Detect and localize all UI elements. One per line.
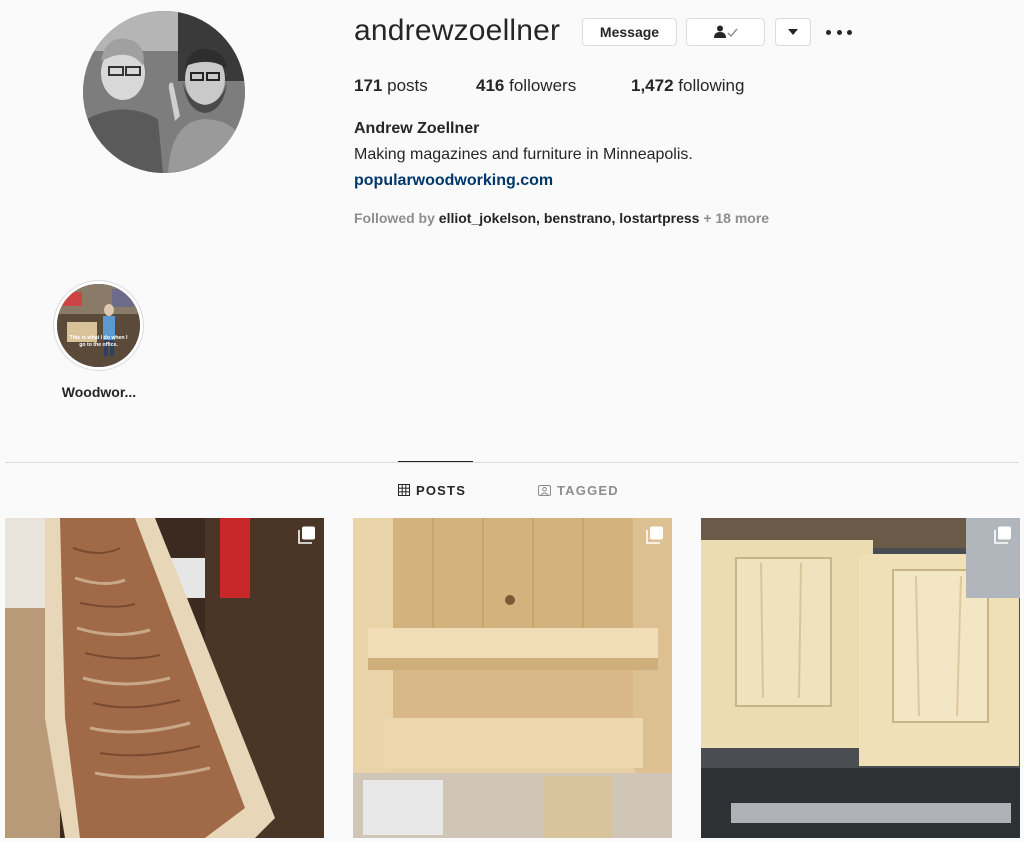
tab-posts[interactable]: POSTS — [398, 461, 473, 518]
followers-label: followers — [509, 76, 577, 95]
profile-username: andrewzoellner — [354, 14, 561, 47]
followers-link[interactable]: 416 followers — [476, 76, 576, 96]
avatar-photo — [83, 11, 245, 173]
post-thumbnail[interactable] — [701, 518, 1020, 838]
person-check-icon — [713, 25, 738, 38]
following-label: following — [678, 76, 745, 95]
multiple-images-icon — [646, 526, 663, 544]
story-highlight-thumbnail: This is what I do when I go to the offic… — [57, 284, 140, 367]
post-image-shelf — [353, 518, 672, 838]
post-image-doors — [701, 518, 1020, 838]
post-thumbnail[interactable] — [5, 518, 324, 838]
multiple-images-icon — [994, 526, 1011, 544]
profile-website-link[interactable]: popularwoodworking.com — [354, 172, 553, 190]
story-overlay-text-line1: This is what I do when I — [70, 335, 128, 341]
multiple-images-icon — [298, 526, 315, 544]
followed-by[interactable]: Followed by elliot_jokelson, benstrano, … — [354, 210, 769, 226]
followed-by-suffix: + 18 more — [703, 210, 770, 226]
posts-count: 171 — [354, 76, 383, 95]
followed-by-prefix: Followed by — [354, 210, 435, 226]
post-image-log — [5, 518, 324, 838]
grid-icon — [398, 484, 410, 496]
tab-posts-label: POSTS — [416, 482, 467, 498]
story-overlay-text-line2: go to the office. — [79, 342, 118, 348]
post-thumbnail[interactable] — [353, 518, 672, 838]
posts-label: posts — [387, 76, 428, 95]
suggested-dropdown-button[interactable] — [775, 18, 811, 46]
profile-divider — [5, 462, 1019, 463]
following-count: 1,472 — [631, 76, 674, 95]
tagged-icon — [538, 484, 551, 496]
followers-count: 416 — [476, 76, 505, 95]
following-link[interactable]: 1,472 following — [631, 76, 744, 96]
profile-full-name: Andrew Zoellner — [354, 120, 480, 137]
following-button[interactable] — [686, 18, 765, 46]
tab-tagged[interactable]: TAGGED — [538, 462, 619, 518]
followed-by-user[interactable]: lostartpress — [619, 210, 699, 226]
profile-bio: Making magazines and furniture in Minnea… — [354, 146, 693, 163]
posts-stat: 171 posts — [354, 76, 428, 96]
caret-down-icon — [788, 29, 798, 35]
tab-tagged-label: TAGGED — [557, 482, 619, 498]
followed-by-user[interactable]: elliot_jokelson — [439, 210, 536, 226]
profile-avatar[interactable] — [83, 11, 245, 173]
followed-by-user[interactable]: benstrano — [544, 210, 612, 226]
message-button[interactable]: Message — [582, 18, 677, 46]
story-highlight-label[interactable]: Woodwor... — [44, 384, 154, 400]
story-highlight[interactable]: This is what I do when I go to the offic… — [53, 280, 144, 371]
more-options-icon[interactable] — [826, 22, 852, 42]
